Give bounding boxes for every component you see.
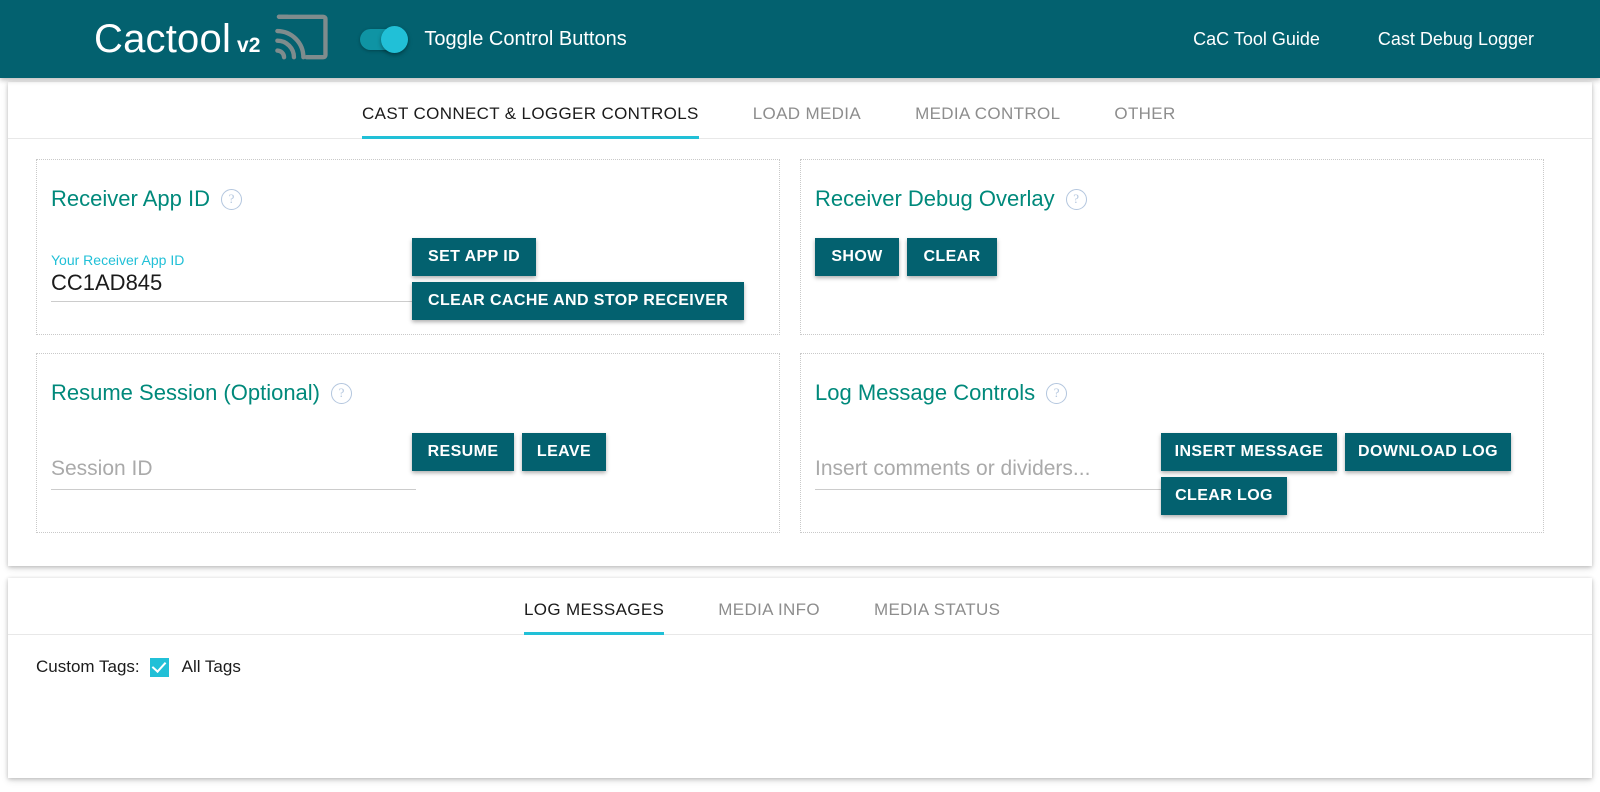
help-icon[interactable]: ? xyxy=(331,382,353,404)
card-title-log-message-controls: Log Message Controls xyxy=(815,380,1036,405)
custom-tags-row: Custom Tags: All Tags xyxy=(8,635,1592,677)
leave-button[interactable]: LEAVE xyxy=(522,433,606,471)
all-tags-label: All Tags xyxy=(181,657,241,676)
insert-message-button[interactable]: INSERT MESSAGE xyxy=(1161,433,1337,471)
card-receiver-debug-overlay: Receiver Debug Overlay ? SHOW CLEAR xyxy=(800,159,1544,335)
app-header: Cactool v2 Toggle Control Buttons CaC To… xyxy=(0,0,1600,78)
log-tabbar: LOG MESSAGES MEDIA INFO MEDIA STATUS xyxy=(8,578,1592,635)
card-header: Receiver Debug Overlay ? xyxy=(815,188,1529,210)
tab-media-info[interactable]: MEDIA INFO xyxy=(718,600,820,634)
receiver-app-id-value[interactable]: CC1AD845 xyxy=(51,269,416,296)
tab-cast-connect-logger-controls[interactable]: CAST CONNECT & LOGGER CONTROLS xyxy=(362,104,699,139)
link-cac-tool-guide[interactable]: CaC Tool Guide xyxy=(1193,29,1320,50)
brand-name: Cactool xyxy=(94,17,232,61)
tab-media-status[interactable]: MEDIA STATUS xyxy=(874,600,1000,634)
toggle-control-buttons[interactable]: Toggle Control Buttons xyxy=(360,25,627,53)
help-icon[interactable]: ? xyxy=(1065,188,1087,210)
insert-message-placeholder: Insert comments or dividers... xyxy=(815,457,1091,480)
tab-log-messages[interactable]: LOG MESSAGES xyxy=(524,600,665,635)
show-button[interactable]: SHOW xyxy=(815,238,899,276)
clear-cache-and-stop-receiver-button[interactable]: CLEAR CACHE AND STOP RECEIVER xyxy=(412,282,745,320)
help-icon[interactable]: ? xyxy=(1046,382,1068,404)
help-icon[interactable]: ? xyxy=(220,188,242,210)
download-log-button[interactable]: DOWNLOAD LOG xyxy=(1345,433,1511,471)
tab-other[interactable]: OTHER xyxy=(1114,104,1175,138)
set-app-id-button[interactable]: SET APP ID xyxy=(412,238,537,276)
cards-grid: Receiver App ID ? Your Receiver App ID C… xyxy=(8,139,1592,533)
toggle-switch[interactable] xyxy=(360,25,409,53)
session-id-placeholder: Session ID xyxy=(51,457,153,480)
cast-icon xyxy=(274,14,330,65)
brand-version: v2 xyxy=(237,34,261,57)
card-title-resume-session: Resume Session (Optional) xyxy=(51,380,321,405)
card-resume-session: Resume Session (Optional) ? Session ID R… xyxy=(36,353,780,533)
clear-button[interactable]: CLEAR xyxy=(907,238,997,276)
brand-logo: Cactool v2 xyxy=(94,19,260,59)
header-links: CaC Tool Guide Cast Debug Logger xyxy=(1193,29,1534,50)
receiver-app-id-label: Your Receiver App ID xyxy=(51,252,185,268)
insert-message-field[interactable]: Insert comments or dividers... xyxy=(815,454,1180,490)
log-panel: LOG MESSAGES MEDIA INFO MEDIA STATUS Cus… xyxy=(8,578,1592,778)
main-tabbar: CAST CONNECT & LOGGER CONTROLS LOAD MEDI… xyxy=(8,82,1592,139)
card-header: Receiver App ID ? xyxy=(51,188,765,210)
toggle-knob xyxy=(381,25,409,53)
resume-button[interactable]: RESUME xyxy=(412,433,514,471)
card-receiver-app-id: Receiver App ID ? Your Receiver App ID C… xyxy=(36,159,780,335)
toggle-label: Toggle Control Buttons xyxy=(424,27,627,50)
all-tags-checkbox[interactable] xyxy=(149,657,169,677)
receiver-app-id-field[interactable]: Your Receiver App ID CC1AD845 xyxy=(51,251,416,302)
card-title-receiver-debug-overlay: Receiver Debug Overlay xyxy=(815,186,1055,211)
custom-tags-label: Custom Tags: xyxy=(36,657,140,676)
link-cast-debug-logger[interactable]: Cast Debug Logger xyxy=(1378,29,1534,50)
session-id-field[interactable]: Session ID xyxy=(51,454,416,490)
controls-panel: CAST CONNECT & LOGGER CONTROLS LOAD MEDI… xyxy=(8,82,1592,566)
card-header: Resume Session (Optional) ? xyxy=(51,382,765,404)
card-log-message-controls: Log Message Controls ? Insert comments o… xyxy=(800,353,1544,533)
card-title-receiver-app-id: Receiver App ID xyxy=(51,186,210,211)
tab-load-media[interactable]: LOAD MEDIA xyxy=(753,104,861,138)
card-header: Log Message Controls ? xyxy=(815,382,1529,404)
tab-media-control[interactable]: MEDIA CONTROL xyxy=(915,104,1060,138)
clear-log-button[interactable]: CLEAR LOG xyxy=(1161,477,1287,515)
